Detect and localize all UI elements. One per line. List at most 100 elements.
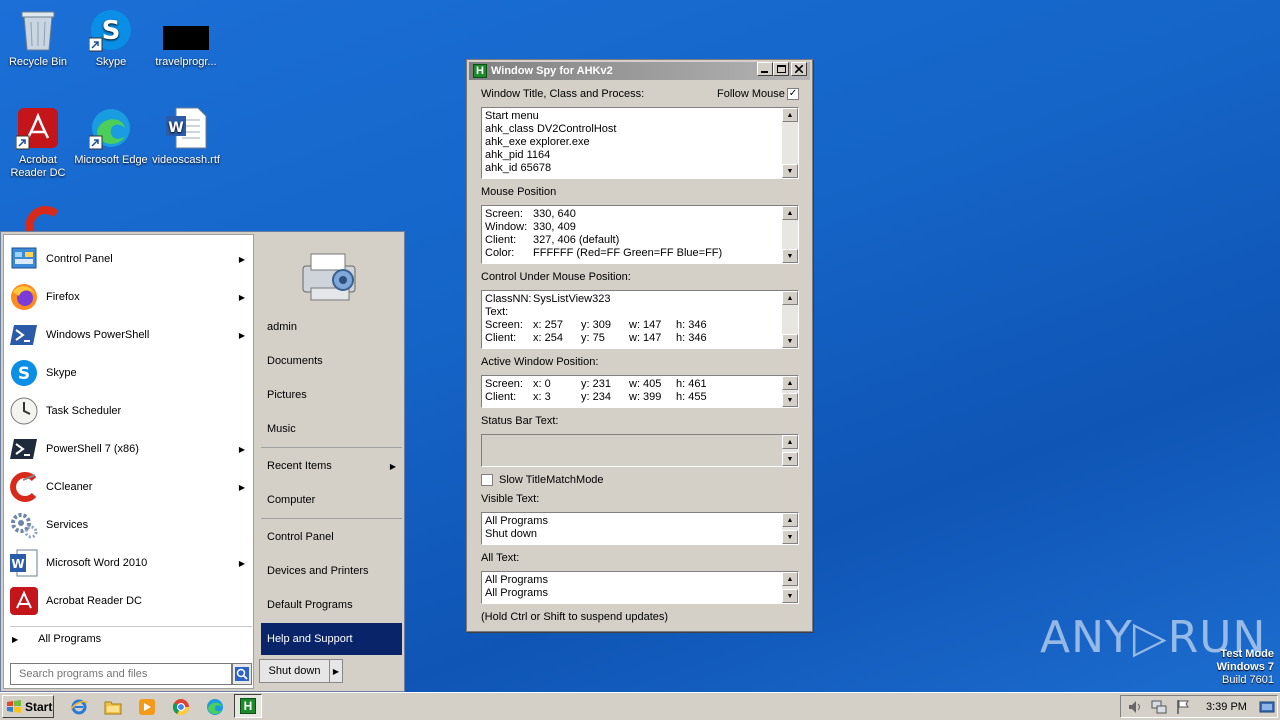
scroll-up-icon[interactable]: ▲ [782,435,798,449]
scrollbar[interactable]: ▲ ▼ [782,572,798,603]
desktop-icon-edge[interactable]: Microsoft Edge [73,106,149,167]
show-desktop-icon[interactable] [1259,699,1275,718]
submenu-arrow-icon: ▶ [389,461,396,471]
program-microsoft-word[interactable]: W Microsoft Word 2010 ▶ [8,545,253,581]
program-windows-powershell[interactable]: Windows PowerShell ▶ [8,317,253,353]
desktop-icon-skype[interactable]: S Skype [73,8,149,69]
all-text-label: All Text: [481,552,520,564]
scrollbar[interactable]: ▲ ▼ [782,513,798,544]
active-window-position-textbox[interactable]: Screen: x: 0 y: 231 w: 405 h: 461 Client: x: … [481,375,799,408]
pictures-item[interactable]: Pictures [261,380,402,410]
field-key: Screen: [485,378,523,390]
desktop-icon-videoscash[interactable]: W videoscash.rtf [148,106,224,167]
computer-item[interactable]: Computer [261,485,402,515]
scroll-up-icon[interactable]: ▲ [782,513,798,527]
scroll-down-icon[interactable]: ▼ [782,249,798,263]
control-under-mouse-textbox[interactable]: ClassNN: SysListView323 Text: Screen: x: 2… [481,290,799,349]
field-key: Client: [485,332,517,344]
ccleaner-desktop-icon[interactable] [20,204,64,232]
scrollbar[interactable]: ▲ ▼ [782,108,798,178]
text-line: All Programs [485,515,548,527]
word-document-icon: W [164,106,208,150]
field-key: Screen: [485,319,523,331]
ahk-taskbar-button[interactable]: H [234,694,262,718]
media-player-icon[interactable] [136,696,158,718]
search-programs-input[interactable] [10,663,232,685]
visible-text-textbox[interactable]: All Programs Shut down ▲ ▼ [481,512,799,545]
svg-text:W: W [168,120,183,136]
field-w: w: 147 [629,332,662,344]
program-powershell-7[interactable]: PowerShell 7 (x86) ▶ [8,431,253,467]
start-button[interactable]: Start [2,695,54,718]
search-icon[interactable] [232,663,252,685]
file-explorer-icon[interactable] [102,696,124,718]
all-text-textbox[interactable]: All Programs All Programs ▲ ▼ [481,571,799,604]
desktop-icon-acrobat[interactable]: Acrobat Reader DC [0,106,76,180]
text-line: ahk_id 65678 [485,162,552,174]
svg-text:S: S [18,364,30,384]
scroll-down-icon[interactable]: ▼ [782,393,798,407]
shutdown-button[interactable]: Shut down [260,660,330,682]
program-firefox[interactable]: Firefox ▶ [8,279,253,315]
edge-icon[interactable] [204,696,226,718]
close-button[interactable] [791,62,807,76]
title-class-process-textbox[interactable]: Start menu ahk_class DV2ControlHost ahk_… [481,107,799,179]
documents-item[interactable]: Documents [261,346,402,376]
control-panel-item[interactable]: Control Panel [261,522,402,552]
scroll-down-icon[interactable]: ▼ [782,589,798,603]
program-ccleaner[interactable]: CCleaner ▶ [8,469,253,505]
program-label: Skype [46,367,77,379]
scroll-up-icon[interactable]: ▲ [782,376,798,390]
desktop-icon-travelprogr[interactable]: travelprogr... [148,8,224,69]
program-acrobat-reader[interactable]: Acrobat Reader DC [8,583,253,619]
user-picture-icon[interactable] [297,244,363,304]
mouse-position-textbox[interactable]: Screen: 330, 640 Window: 330, 409 Client: 3… [481,205,799,264]
scroll-up-icon[interactable]: ▲ [782,206,798,220]
network-icon[interactable] [1151,699,1167,718]
scroll-up-icon[interactable]: ▲ [782,572,798,586]
system-tray: 3:39 PM [1120,695,1278,718]
program-skype[interactable]: S Skype [8,355,253,391]
desktop-icon-recycle-bin[interactable]: Recycle Bin [0,8,76,69]
scrollbar[interactable]: ▲ ▼ [782,291,798,348]
program-control-panel[interactable]: Control Panel ▶ [8,241,253,277]
devices-printers-item[interactable]: Devices and Printers [261,556,402,586]
submenu-arrow-icon: ▶ [238,292,245,302]
music-item[interactable]: Music [261,414,402,444]
scroll-down-icon[interactable]: ▼ [782,530,798,544]
program-services[interactable]: Services [8,507,253,543]
volume-icon[interactable] [1127,699,1143,718]
powershell-7-icon [8,433,40,465]
status-bar-text-label: Status Bar Text: [481,415,559,427]
minimize-button[interactable] [757,62,773,76]
clock[interactable]: 3:39 PM [1206,701,1247,713]
slow-titlematchmode-label: Slow TitleMatchMode [499,474,604,486]
slow-titlematchmode-checkbox[interactable] [481,474,493,486]
scroll-down-icon[interactable]: ▼ [782,452,798,466]
default-programs-item[interactable]: Default Programs [261,590,402,620]
shutdown-options-arrow-icon[interactable]: ▶ [330,667,342,676]
program-label: Control Panel [46,253,113,265]
text-line: Shut down [485,528,537,540]
program-task-scheduler[interactable]: Task Scheduler [8,393,253,429]
scrollbar[interactable]: ▲ ▼ [782,206,798,263]
scrollbar[interactable]: ▲ ▼ [782,376,798,407]
all-programs-button[interactable]: ▶ All Programs [12,633,101,645]
recent-items-item[interactable]: Recent Items ▶ [261,451,402,481]
action-center-flag-icon[interactable] [1175,699,1191,718]
internet-explorer-icon[interactable] [68,696,90,718]
scroll-up-icon[interactable]: ▲ [782,291,798,305]
scroll-down-icon[interactable]: ▼ [782,334,798,348]
field-value: 330, 640 [533,208,576,220]
field-y: y: 231 [581,378,611,390]
maximize-button[interactable] [773,62,789,76]
field-x: x: 254 [533,332,563,344]
help-support-item[interactable]: Help and Support [261,623,402,655]
scroll-down-icon[interactable]: ▼ [782,164,798,178]
user-folder-item[interactable]: admin [261,312,402,342]
chrome-icon[interactable] [170,696,192,718]
scrollbar[interactable]: ▲ ▼ [782,435,798,466]
scroll-up-icon[interactable]: ▲ [782,108,798,122]
follow-mouse-checkbox[interactable]: ✓ [787,88,799,100]
status-bar-textbox[interactable]: ▲ ▼ [481,434,799,467]
